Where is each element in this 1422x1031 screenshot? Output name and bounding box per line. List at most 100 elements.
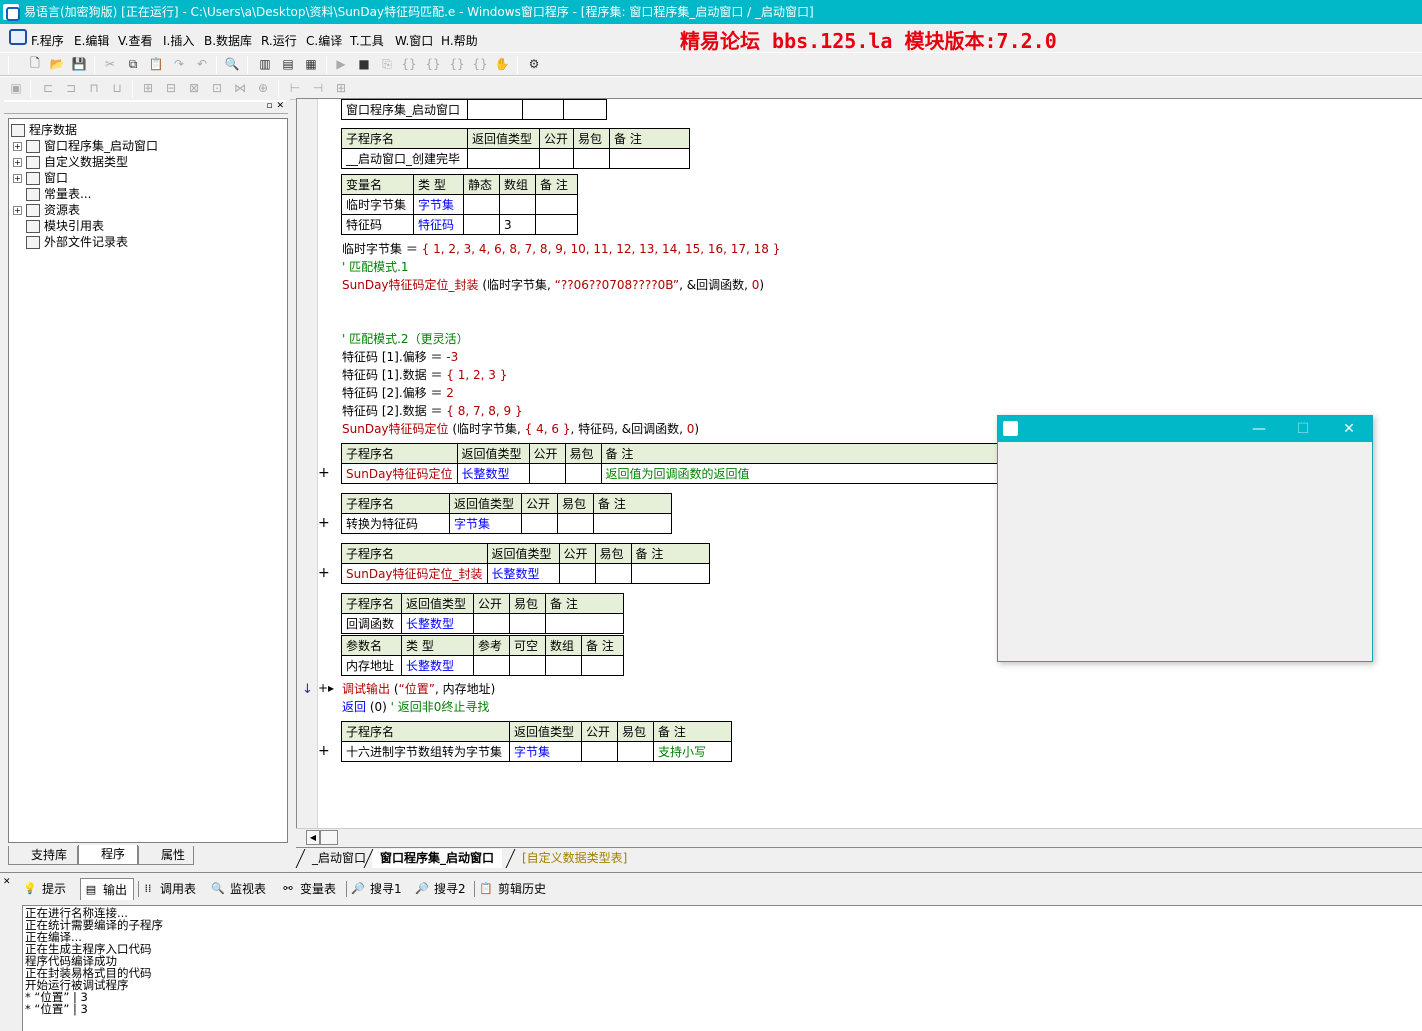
- tab-hint[interactable]: 💡 提示: [20, 878, 76, 900]
- same-width-icon[interactable]: ⊞: [140, 80, 156, 96]
- expand-sub2[interactable]: +: [318, 465, 330, 481]
- menu-insert[interactable]: I.插入: [163, 32, 194, 49]
- menu-tools[interactable]: T.工具: [350, 32, 384, 49]
- code-line-5[interactable]: 特征码 [1].偏移 ＝ -3: [342, 348, 458, 365]
- expand-sub3[interactable]: +: [318, 515, 330, 531]
- menu-view[interactable]: V.查看: [118, 32, 152, 49]
- program-tree[interactable]: 程序数据 + 窗口程序集_启动窗口 + 自定义数据类型 + 窗口 常量表... + 资源…: [8, 118, 288, 843]
- dialog-titlebar[interactable]: — ☐ ✕: [998, 416, 1372, 442]
- layout3-icon[interactable]: ▦: [303, 56, 319, 72]
- close-icon[interactable]: ✕: [1338, 419, 1360, 439]
- same-size-icon[interactable]: ⊠: [186, 80, 202, 96]
- align-left-icon[interactable]: ⊏: [40, 80, 56, 96]
- stop-icon[interactable]: ■: [356, 56, 372, 72]
- align-icon[interactable]: ▣: [8, 80, 24, 96]
- center-h-icon[interactable]: ⊢: [287, 80, 303, 96]
- tree-item-window[interactable]: + 窗口: [13, 170, 68, 186]
- tree-item-constants[interactable]: 常量表...: [26, 186, 91, 202]
- code-line-7[interactable]: 特征码 [2].偏移 ＝ 2: [342, 384, 454, 401]
- open-file-icon[interactable]: 📂: [49, 56, 65, 72]
- tree-item-external-files[interactable]: 外部文件记录表: [26, 234, 128, 250]
- sub-name[interactable]: SunDay特征码定位_封装: [341, 563, 488, 584]
- step-out-icon[interactable]: {}: [449, 56, 465, 72]
- align-center-icon[interactable]: ⊐: [63, 80, 79, 96]
- undo-icon[interactable]: ↶: [194, 56, 210, 72]
- tab-search1[interactable]: 🔎 搜寻1: [348, 878, 408, 900]
- layout2-icon[interactable]: ▤: [280, 56, 296, 72]
- code-line-1[interactable]: 临时字节集 ＝ { 1, 2, 3, 4, 6, 8, 7, 8, 9, 10,…: [342, 240, 780, 257]
- expand-sub6[interactable]: +: [318, 743, 330, 759]
- breakpoint-arrow-icon[interactable]: ↓: [302, 682, 313, 697]
- menu-run[interactable]: R.运行: [261, 32, 297, 49]
- find-icon[interactable]: 🔍: [224, 56, 240, 72]
- tab-assembly[interactable]: 窗口程序集_启动窗口: [372, 849, 503, 868]
- tab-watch[interactable]: 🔍 监视表: [208, 878, 274, 900]
- new-file-icon[interactable]: 🗋: [27, 56, 43, 72]
- step-icon[interactable]: ⎘: [379, 56, 395, 72]
- sub-name[interactable]: __启动窗口_创建完毕: [341, 148, 468, 169]
- tree-item-resources[interactable]: + 资源表: [13, 202, 80, 218]
- panel-close-icon[interactable]: ✕: [3, 877, 11, 887]
- step-into-icon[interactable]: {}: [401, 56, 417, 72]
- code-line-9[interactable]: SunDay特征码定位 (临时字节集, { 4, 6 }, 特征码, &回调函数…: [342, 420, 699, 437]
- code-line-10[interactable]: 调试输出 (“位置”, 内存地址): [342, 680, 495, 697]
- tab-program[interactable]: 程序: [78, 845, 138, 865]
- menu-compile[interactable]: C.编译: [306, 32, 342, 49]
- align-top-icon[interactable]: ⊔: [109, 80, 125, 96]
- run-to-cursor-icon[interactable]: {}: [472, 56, 488, 72]
- editor-hscrollbar[interactable]: ◀: [296, 828, 1422, 846]
- tree-item-custom-types[interactable]: + 自定义数据类型: [13, 154, 128, 170]
- space-v-icon[interactable]: ⋈: [232, 80, 248, 96]
- tree-root[interactable]: 程序数据: [11, 122, 77, 138]
- tab-call-stack[interactable]: ⁞⁞ 调用表: [138, 878, 204, 900]
- tree-item-modules[interactable]: 模块引用表: [26, 218, 104, 234]
- grid-icon[interactable]: ⊞: [333, 80, 349, 96]
- expand-sub4[interactable]: +: [318, 565, 330, 581]
- panel-buttons[interactable]: ▫✕: [266, 101, 288, 111]
- code-comment-2[interactable]: ' 匹配模式.2（更灵活）: [342, 330, 469, 347]
- redo-icon[interactable]: ↷: [171, 56, 187, 72]
- sub-name[interactable]: SunDay特征码定位: [341, 463, 458, 484]
- menu-edit[interactable]: E.编辑: [74, 32, 109, 49]
- hand-icon[interactable]: ✋: [494, 56, 510, 72]
- tab-support-library[interactable]: 支持库: [8, 846, 78, 865]
- center-icon[interactable]: ⊕: [255, 80, 271, 96]
- menu-help[interactable]: H.帮助: [441, 32, 478, 49]
- output-text[interactable]: 正在进行名称连接... 正在统计需要编译的子程序 正在编译... 正在生成主程序…: [22, 905, 1422, 1031]
- maximize-icon[interactable]: ☐: [1292, 419, 1314, 439]
- expand-line-icon[interactable]: +▸: [318, 681, 334, 695]
- step-over-icon[interactable]: {}: [425, 56, 441, 72]
- center-v-icon[interactable]: ⊣: [310, 80, 326, 96]
- code-line-11[interactable]: 返回 (0) ' 返回非0终止寻找: [342, 698, 489, 715]
- menu-app-icon[interactable]: [9, 29, 27, 45]
- paste-icon[interactable]: 📋: [148, 56, 164, 72]
- code-line-3[interactable]: SunDay特征码定位_封装 (临时字节集, “??06??0708????0B…: [342, 276, 764, 293]
- align-right-icon[interactable]: ⊓: [86, 80, 102, 96]
- tab-search2[interactable]: 🔎 搜寻2: [412, 878, 472, 900]
- layout1-icon[interactable]: ▥: [257, 56, 273, 72]
- sub-name[interactable]: 转换为特征码: [341, 513, 450, 534]
- tab-output[interactable]: ▤ 输出: [80, 878, 134, 900]
- scroll-thumb[interactable]: [320, 830, 338, 845]
- run-icon[interactable]: ▶: [333, 56, 349, 72]
- code-comment-1[interactable]: ' 匹配模式.1: [342, 258, 409, 275]
- menu-program[interactable]: F.程序: [31, 32, 64, 49]
- same-height-icon[interactable]: ⊟: [163, 80, 179, 96]
- menu-window[interactable]: W.窗口: [395, 32, 433, 49]
- running-program-window[interactable]: — ☐ ✕: [997, 415, 1373, 662]
- minimize-icon[interactable]: —: [1248, 419, 1270, 439]
- scroll-left-icon[interactable]: ◀: [306, 830, 320, 845]
- menu-database[interactable]: B.数据库: [204, 32, 252, 49]
- code-line-6[interactable]: 特征码 [1].数据 ＝ { 1, 2, 3 }: [342, 366, 507, 383]
- tab-variables[interactable]: ⚯ 变量表: [278, 878, 344, 900]
- tree-item-assembly[interactable]: + 窗口程序集_启动窗口: [13, 138, 158, 154]
- save-icon[interactable]: 💾: [71, 56, 87, 72]
- sub-name[interactable]: 回调函数: [341, 613, 402, 634]
- space-h-icon[interactable]: ⊡: [209, 80, 225, 96]
- plugin-icon[interactable]: ⚙: [526, 56, 542, 72]
- cut-icon[interactable]: ✂: [102, 56, 118, 72]
- tab-properties[interactable]: 属性: [138, 846, 194, 865]
- copy-icon[interactable]: ⧉: [125, 56, 141, 72]
- sub-name[interactable]: 十六进制字节数组转为字节集: [341, 741, 510, 762]
- code-line-8[interactable]: 特征码 [2].数据 ＝ { 8, 7, 8, 9 }: [342, 402, 523, 419]
